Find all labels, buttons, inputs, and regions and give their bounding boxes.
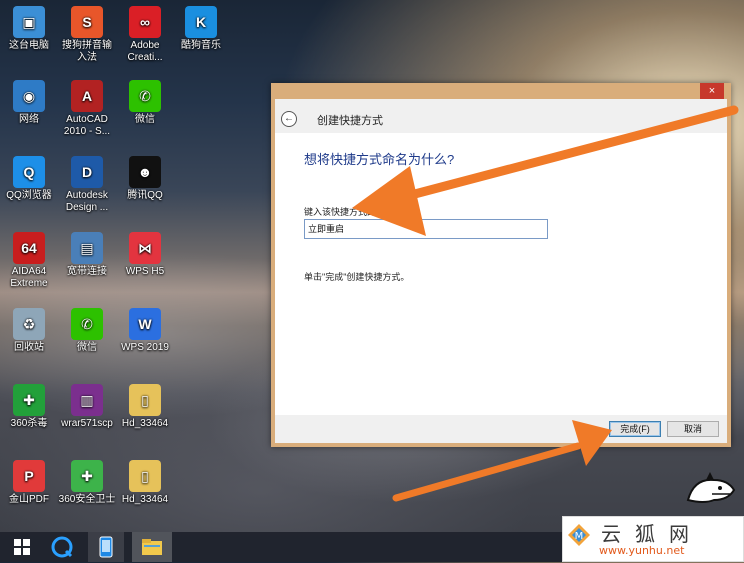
desktop-icon-label: wrar571scp <box>61 418 113 429</box>
desktop-icon-antivirus-360[interactable]: ✚ 360杀毒 <box>0 384 58 430</box>
desktop-icon-wps-h5[interactable]: ⋈ WPS H5 <box>116 232 174 278</box>
finish-hint: 单击"完成"创建快捷方式。 <box>304 272 410 282</box>
back-arrow-icon: ← <box>284 113 294 124</box>
desktop-icon-label: 金山PDF <box>9 494 49 505</box>
desktop-icon-label: Autodesk Design ... <box>65 190 109 213</box>
computer-icon: ▣ <box>13 6 45 38</box>
close-button[interactable]: × <box>700 83 724 99</box>
desktop-icon-kingsoft-pdf[interactable]: P 金山PDF <box>0 460 58 506</box>
desktop-icon-winrar[interactable]: ▥ wrar571scp <box>58 384 116 430</box>
desktop-icon-computer[interactable]: ▣ 这台电脑 <box>0 6 58 52</box>
desktop-icon-wechat[interactable]: ✆ 微信 <box>116 80 174 126</box>
desktop-icon-wechat[interactable]: ✆ 微信 <box>58 308 116 354</box>
desktop-icon-label: Hd_33464 <box>121 418 169 429</box>
dialog-heading: 想将快捷方式命名为什么? <box>304 152 455 167</box>
desktop-icon-label: 360杀毒 <box>10 418 48 429</box>
svg-text:M: M <box>575 531 584 542</box>
close-icon: × <box>708 85 716 97</box>
wps-2019-icon: W <box>129 308 161 340</box>
aida64-icon: 64 <box>13 232 45 264</box>
desktop-icon-label: 回收站 <box>14 342 44 353</box>
desktop-icon-label: 酷狗音乐 <box>181 40 221 51</box>
autocad-icon: A <box>71 80 103 112</box>
shortcut-name-input[interactable] <box>304 219 548 239</box>
back-button[interactable]: ← <box>281 111 297 127</box>
desktop-icon-autodesk-design[interactable]: D Autodesk Design ... <box>58 156 116 214</box>
desktop-icon-label: 360安全卫士 <box>58 494 116 505</box>
desktop-icon-label: Hd_33464 <box>121 494 169 505</box>
finish-button[interactable]: 完成(F) <box>609 421 661 437</box>
qq-icon: ☻ <box>129 156 161 188</box>
desktop-icon-recycle-bin[interactable]: ♻ 回收站 <box>0 308 58 354</box>
desktop-icon-label: 腾讯QQ <box>127 190 163 201</box>
folder-icon: ▯ <box>129 384 161 416</box>
desktop-icon-label: WPS H5 <box>125 266 165 277</box>
desktop-icon-sogou[interactable]: S 搜狗拼音输 入法 <box>58 6 116 64</box>
antivirus-360-icon: ✚ <box>13 384 45 416</box>
create-shortcut-dialog: × ← 创建快捷方式 想将快捷方式命名为什么? 键入该快捷方式的名 单击"完成"… <box>271 83 731 447</box>
desktop-icon-label: 微信 <box>77 342 97 353</box>
network-icon: ◉ <box>13 80 45 112</box>
kugou-icon: K <box>185 6 217 38</box>
desktop-icon-security-360[interactable]: ✚ 360安全卫士 <box>58 460 116 506</box>
desktop-icon-adobe-cc[interactable]: ∞ Adobe Creati... <box>116 6 174 64</box>
desktop-icon-label: QQ浏览器 <box>6 190 52 201</box>
sogou-icon: S <box>71 6 103 38</box>
dialog-titlebar: ← 创建快捷方式 <box>275 99 727 133</box>
desktop-icon-network[interactable]: ◉ 网络 <box>0 80 58 126</box>
file-explorer-icon <box>142 539 162 555</box>
cancel-button[interactable]: 取消 <box>667 421 719 437</box>
desktop-icon-label: 搜狗拼音输 入法 <box>62 40 112 63</box>
watermark: M 云狐网 www.yunhu.net <box>562 516 744 562</box>
security-360-icon: ✚ <box>71 460 103 492</box>
dialog-title: 创建快捷方式 <box>317 115 383 127</box>
desktop-icon-label: WPS 2019 <box>121 342 169 353</box>
phone-icon <box>99 536 113 558</box>
recycle-bin-icon: ♻ <box>13 308 45 340</box>
dialog-footer: 完成(F) 取消 <box>275 415 727 443</box>
taskbar-file-explorer[interactable] <box>132 532 172 562</box>
desktop-icon-folder[interactable]: ▯ Hd_33464 <box>116 460 174 506</box>
watermark-url: www.yunhu.net <box>599 544 685 557</box>
desktop-icon-wps-2019[interactable]: W WPS 2019 <box>116 308 174 354</box>
desktop-icon-kugou[interactable]: K 酷狗音乐 <box>172 6 230 52</box>
watermark-chars: 云狐网 <box>601 522 703 546</box>
yunhu-logo-icon: M <box>568 524 590 546</box>
broadband-icon: ▤ <box>71 232 103 264</box>
taskbar-phone[interactable] <box>88 532 124 562</box>
shortcut-name-label: 键入该快捷方式的名 <box>304 207 386 217</box>
autodesk-design-icon: D <box>71 156 103 188</box>
wechat-icon: ✆ <box>129 80 161 112</box>
start-button[interactable] <box>4 532 40 562</box>
desktop-icon-autocad[interactable]: A AutoCAD 2010 - S... <box>58 80 116 138</box>
windows-start-icon <box>14 539 30 555</box>
desktop-icon-label: 网络 <box>19 114 39 125</box>
mascot-sticker <box>686 472 736 503</box>
desktop-icon-label: 微信 <box>135 114 155 125</box>
qq-browser-icon <box>51 536 73 558</box>
dialog-content: 想将快捷方式命名为什么? 键入该快捷方式的名 单击"完成"创建快捷方式。 <box>275 133 727 415</box>
desktop-icon-label: 这台电脑 <box>9 40 49 51</box>
wechat-icon: ✆ <box>71 308 103 340</box>
wps-h5-icon: ⋈ <box>129 232 161 264</box>
qq-browser-icon: Q <box>13 156 45 188</box>
desktop-icon-folder[interactable]: ▯ Hd_33464 <box>116 384 174 430</box>
desktop-icon-broadband[interactable]: ▤ 宽带连接 <box>58 232 116 278</box>
adobe-cc-icon: ∞ <box>129 6 161 38</box>
kingsoft-pdf-icon: P <box>13 460 45 492</box>
desktop-icon-label: 宽带连接 <box>67 266 107 277</box>
desktop-icon-qq[interactable]: ☻ 腾讯QQ <box>116 156 174 202</box>
folder-icon: ▯ <box>129 460 161 492</box>
desktop-icon-label: AIDA64 Extreme <box>10 266 48 289</box>
taskbar-qq-browser[interactable] <box>44 532 80 562</box>
desktop-icon-qq-browser[interactable]: Q QQ浏览器 <box>0 156 58 202</box>
desktop-icon-aida64[interactable]: 64 AIDA64 Extreme <box>0 232 58 290</box>
dialog-body: ← 创建快捷方式 想将快捷方式命名为什么? 键入该快捷方式的名 单击"完成"创建… <box>275 99 727 443</box>
winrar-icon: ▥ <box>71 384 103 416</box>
desktop-icon-label: Adobe Creati... <box>127 40 163 63</box>
desktop-icon-label: AutoCAD 2010 - S... <box>63 114 111 137</box>
